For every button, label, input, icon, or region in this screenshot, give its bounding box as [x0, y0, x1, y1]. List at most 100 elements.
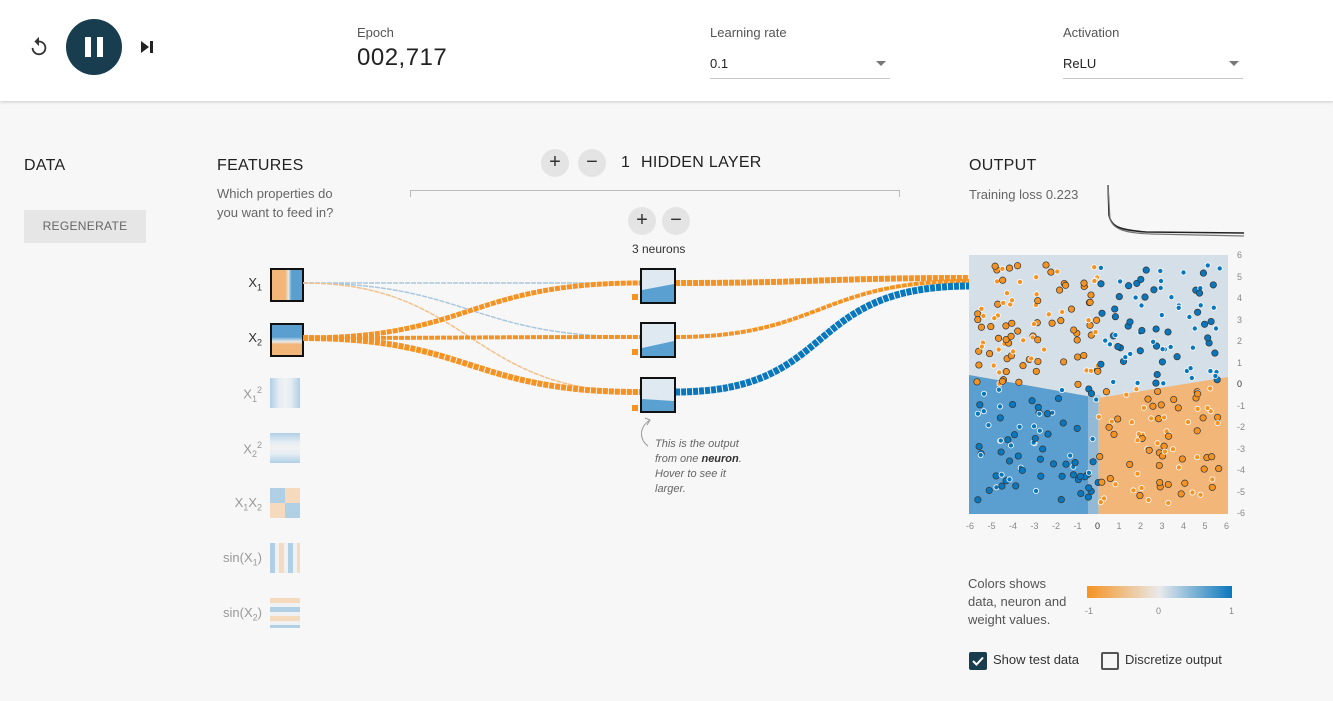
data-point	[1155, 461, 1163, 470]
link-x1-n3[interactable]	[302, 282, 641, 393]
data-point	[996, 414, 1004, 422]
data-point	[1036, 410, 1043, 417]
data-point	[999, 265, 1006, 272]
data-point	[1215, 465, 1223, 473]
data-point	[1194, 308, 1202, 316]
neuron-1[interactable]	[640, 268, 676, 304]
data-point	[1085, 317, 1092, 324]
data-point	[1123, 391, 1130, 398]
data-point	[977, 323, 985, 331]
link-x2-n3[interactable]	[302, 335, 641, 395]
x-tick-label: -2	[1052, 521, 1061, 531]
y-tick-label: -6	[1237, 508, 1246, 518]
y-tick-label: -2	[1237, 422, 1246, 432]
feature-toggle[interactable]	[270, 488, 300, 518]
data-point	[1028, 355, 1035, 362]
data-point	[1161, 414, 1168, 421]
epoch-label: Epoch	[357, 25, 394, 40]
link-x1-n2[interactable]	[302, 282, 641, 338]
data-point	[1204, 334, 1212, 342]
note-line: larger.	[655, 483, 686, 495]
add-neuron-button[interactable]: +	[628, 207, 656, 235]
data-point	[1005, 264, 1014, 272]
feature-toggle[interactable]	[270, 543, 300, 573]
feature-toggle[interactable]	[270, 378, 300, 408]
data-point	[1000, 299, 1007, 306]
feature-toggle[interactable]	[270, 268, 304, 302]
show-test-data-label[interactable]: Show test data	[993, 652, 1079, 667]
reset-button[interactable]	[28, 36, 50, 58]
note-arrow	[641, 419, 651, 447]
data-point	[1070, 326, 1078, 334]
learning-rate-select[interactable]: 0.1	[710, 48, 890, 79]
data-point	[1200, 465, 1208, 473]
y-tick-label: 2	[1237, 336, 1243, 346]
link-x2-n2[interactable]	[302, 335, 641, 340]
data-point	[1207, 317, 1215, 326]
data-point	[1097, 360, 1105, 368]
data-point	[1154, 440, 1161, 447]
feature-toggle[interactable]	[270, 433, 300, 463]
output-heatmap[interactable]	[969, 255, 1228, 514]
show-test-data-checkbox[interactable]	[969, 652, 987, 670]
activation-select[interactable]: ReLU	[1063, 48, 1243, 79]
data-point	[1034, 336, 1042, 344]
data-point	[1154, 387, 1162, 396]
link-x2-n1[interactable]	[302, 280, 641, 341]
data-point	[1014, 452, 1022, 460]
link-n1-out[interactable]	[674, 275, 971, 286]
data-point	[980, 408, 987, 415]
bias-3[interactable]	[632, 405, 638, 411]
data-point	[991, 315, 998, 322]
data-point	[1134, 470, 1141, 477]
data-point	[1157, 284, 1164, 291]
data-point	[973, 378, 981, 386]
check-icon	[972, 656, 984, 666]
feature-toggle[interactable]	[270, 598, 300, 628]
data-point	[1210, 304, 1217, 311]
feature-label: X2	[248, 330, 262, 348]
remove-neuron-button[interactable]: −	[662, 207, 690, 235]
data-point	[1189, 489, 1196, 496]
data-point	[1175, 464, 1182, 471]
learning-rate-label: Learning rate	[710, 25, 787, 40]
remove-layer-button[interactable]: −	[578, 149, 606, 177]
feature-toggle[interactable]	[270, 323, 304, 357]
data-point	[1114, 343, 1122, 351]
gradient-mid: 0	[1156, 606, 1162, 616]
regenerate-button[interactable]: REGENERATE	[24, 210, 146, 243]
data-point	[1136, 492, 1144, 500]
data-point	[991, 262, 999, 270]
data-point	[1207, 385, 1214, 392]
data-point	[1034, 403, 1042, 411]
data-point	[1158, 358, 1166, 366]
step-button[interactable]	[138, 37, 156, 57]
bias-1[interactable]	[632, 294, 638, 300]
neuron-3[interactable]	[640, 377, 676, 413]
data-point	[1036, 455, 1044, 463]
data-point	[998, 482, 1006, 490]
y-tick-label: 3	[1237, 314, 1243, 325]
data-point	[996, 403, 1003, 410]
data-point	[1114, 415, 1122, 423]
data-point	[1164, 480, 1172, 489]
discretize-output-label[interactable]: Discretize output	[1125, 652, 1222, 667]
pause-button[interactable]	[66, 19, 122, 75]
data-point	[1102, 337, 1109, 344]
data-point	[1152, 379, 1160, 387]
bias-2[interactable]	[632, 349, 638, 355]
data-point	[1153, 370, 1161, 379]
output-plot	[969, 255, 1228, 514]
link-n2-out[interactable]	[674, 279, 971, 339]
discretize-output-checkbox[interactable]	[1101, 652, 1119, 670]
data-point	[976, 401, 984, 409]
link-n3-out[interactable]	[674, 282, 971, 396]
loss-chart	[1107, 185, 1244, 237]
neuron-2[interactable]	[640, 322, 676, 358]
add-layer-button[interactable]: +	[541, 149, 569, 177]
data-point	[1132, 294, 1139, 301]
data-point	[994, 278, 1001, 285]
data-point	[1033, 487, 1040, 494]
data-point	[1167, 343, 1174, 350]
features-title: FEATURES	[217, 157, 304, 174]
